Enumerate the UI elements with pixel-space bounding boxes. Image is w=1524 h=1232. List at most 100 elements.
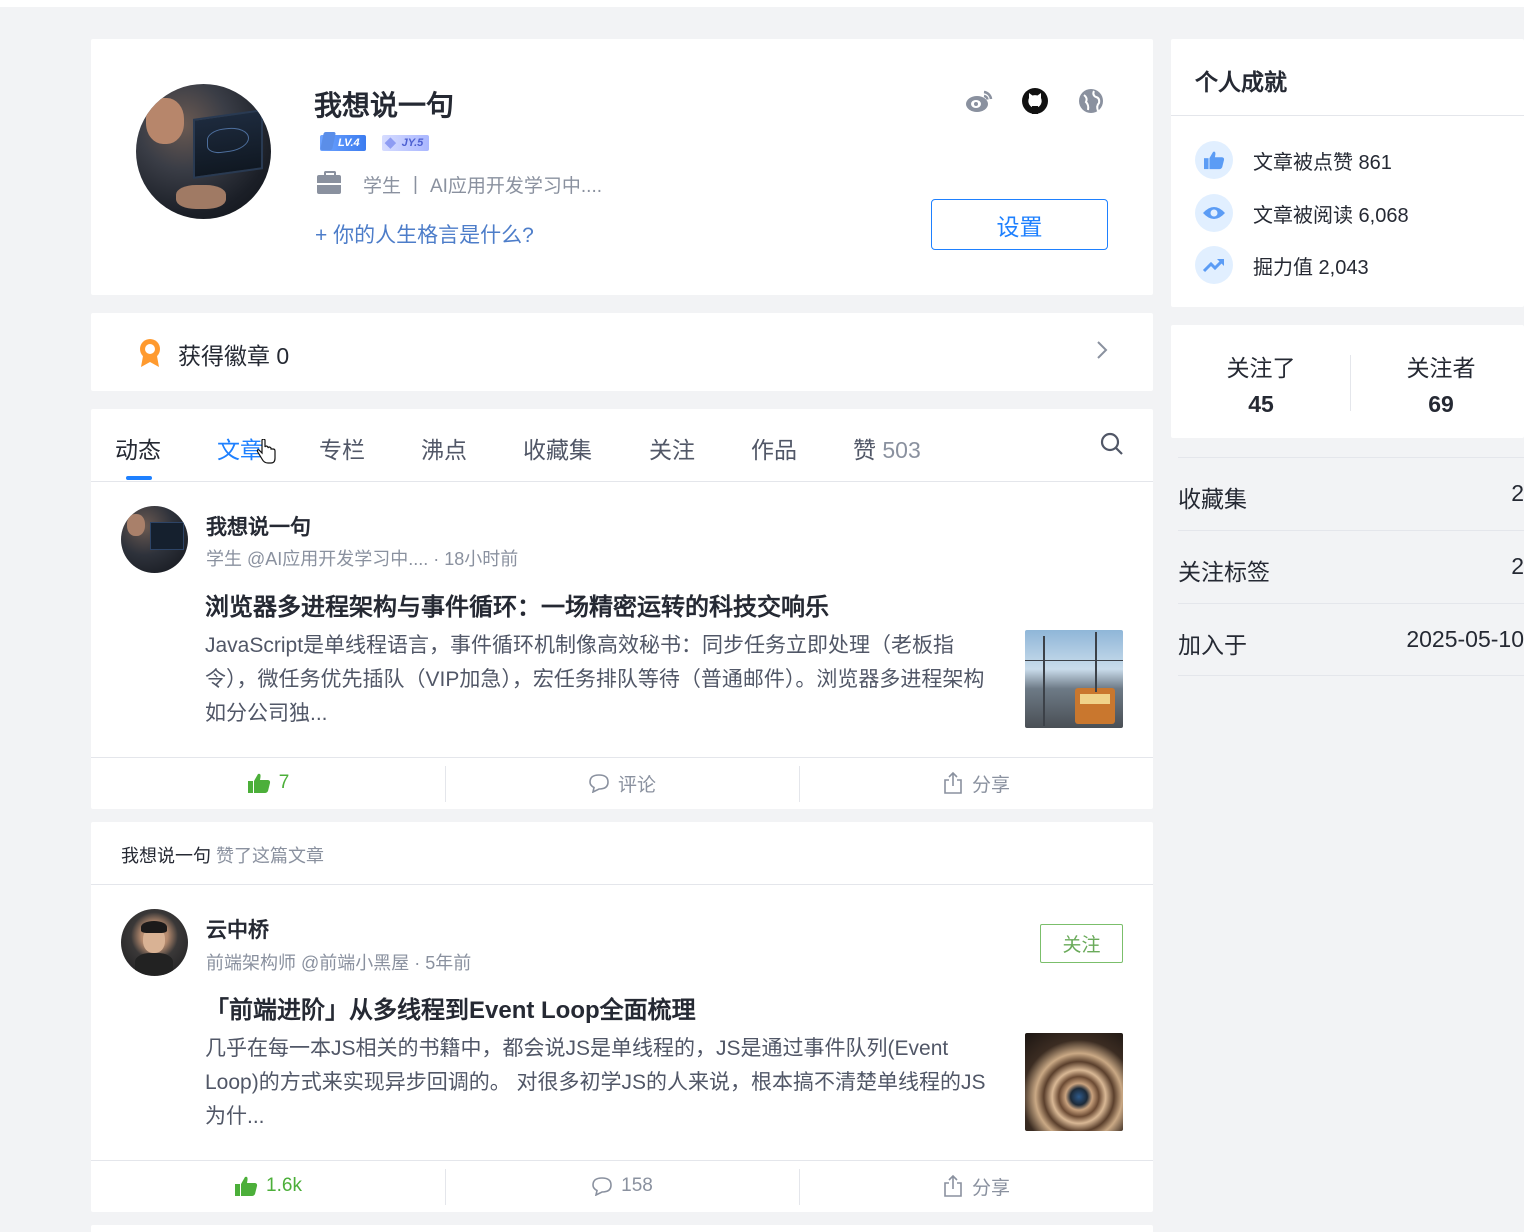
share-button[interactable]: 分享 [799, 1161, 1153, 1211]
eye-icon [1195, 194, 1233, 232]
thumb-up-icon [1195, 141, 1233, 179]
followers-block[interactable]: 关注者 69 [1351, 349, 1524, 418]
comment-button[interactable]: 158 [445, 1161, 799, 1211]
active-tab-indicator [126, 476, 152, 480]
stat-value: 2 [1511, 480, 1524, 506]
github-icon[interactable] [1020, 86, 1050, 116]
following-count: 45 [1248, 391, 1274, 417]
article-thumbnail[interactable] [1025, 630, 1123, 728]
share-label: 分享 [971, 1177, 1010, 1199]
medal-icon [137, 338, 163, 373]
comment-icon [589, 774, 609, 793]
achievements-card: 个人成就 文章被点赞 861 文章被阅读 6,068 掘力值 2,043 [1171, 39, 1524, 307]
article-abstract[interactable]: 几乎在每一本JS相关的书籍中，都会说JS是单线程的，JS是通过事件队列(Even… [205, 1032, 995, 1134]
profile-job: 学生 [363, 176, 402, 197]
author-meta: 前端架构师 @前端小黑屋 · 5年前 [206, 953, 472, 973]
author-avatar[interactable] [121, 506, 188, 573]
tab-likes-label: 赞 [853, 437, 876, 463]
stat-collections[interactable]: 收藏集 2 [1178, 457, 1524, 530]
article-title[interactable]: 「前端进阶」从多线程到Event Loop全面梳理 [205, 990, 696, 1025]
tab-collections[interactable]: 收藏集 [523, 431, 592, 465]
profile-tabs: 动态 文章 专栏 沸点 收藏集 关注 作品 赞 503 [91, 409, 1153, 482]
tab-following[interactable]: 关注 [649, 431, 695, 465]
comment-button[interactable]: 评论 [445, 758, 799, 808]
trend-up-icon [1195, 246, 1233, 284]
weibo-icon[interactable] [964, 86, 994, 116]
tab-activity[interactable]: 动态 [115, 431, 161, 465]
liked-verb: 赞了这篇文章 [216, 846, 325, 866]
stat-joined: 加入于 2025-05-10 [1178, 603, 1524, 676]
comment-label: 评论 [617, 774, 656, 796]
profile-avatar[interactable] [136, 84, 271, 219]
tab-likes-count: 503 [882, 437, 921, 463]
search-icon[interactable] [1099, 431, 1125, 462]
profile-name: 我想说一句 [314, 90, 455, 121]
stat-label: 关注标签 [1178, 559, 1270, 585]
like-count: 7 [278, 772, 290, 793]
achievement-likes-label: 文章被点赞 861 [1253, 151, 1392, 174]
stat-value: 2 [1511, 553, 1524, 579]
follow-card: 关注了 45 关注者 69 [1171, 325, 1524, 438]
followers-label: 关注者 [1406, 355, 1476, 381]
top-strip [0, 0, 1524, 7]
jy-badge[interactable]: JY.5 [381, 133, 430, 151]
tab-works[interactable]: 作品 [751, 431, 797, 465]
divider [91, 884, 1153, 885]
achievement-reads-label: 文章被阅读 6,068 [1253, 204, 1409, 227]
job-separator: | [413, 173, 418, 195]
author-meta: 学生 @AI应用开发学习中.... · 18小时前 [206, 549, 519, 569]
badges-card[interactable]: 获得徽章 0 [91, 313, 1153, 391]
share-button[interactable]: 分享 [799, 758, 1153, 808]
article-actions: 7 评论 分享 [91, 757, 1153, 808]
feed-card: 我想说一句 赞了这篇文章 云中桥 前端架构师 @前端小黑屋 · 5年前 关注 「… [91, 822, 1153, 1212]
stat-label: 加入于 [1178, 632, 1247, 658]
liked-by-user[interactable]: 我想说一句 [121, 846, 211, 866]
liked-activity: 我想说一句 赞了这篇文章 [121, 842, 324, 868]
article-abstract[interactable]: JavaScript是单线程语言，事件循环机制像高效秘书：同步任务立即处理（老板… [205, 629, 995, 731]
motto-prompt[interactable]: + 你的人生格言是什么? [315, 219, 534, 249]
feed-card-next [91, 1225, 1153, 1232]
level-badge[interactable]: LV.4 [320, 135, 366, 151]
author-name[interactable]: 云中桥 [206, 914, 269, 944]
stat-value: 2025-05-10 [1406, 626, 1524, 652]
divider [1171, 115, 1524, 116]
achievements-title: 个人成就 [1195, 69, 1287, 95]
profile-job-line: 学生 | AI应用开发学习中.... [317, 171, 602, 198]
website-icon[interactable] [1076, 86, 1106, 116]
chevron-right-icon[interactable] [1095, 339, 1109, 367]
article-thumbnail[interactable] [1025, 1033, 1123, 1131]
achievement-power: 掘力值 2,043 [1195, 246, 1369, 284]
achievement-power-label: 掘力值 2,043 [1253, 256, 1369, 279]
stat-label: 收藏集 [1178, 486, 1247, 512]
tab-columns[interactable]: 专栏 [319, 431, 365, 465]
achievement-reads: 文章被阅读 6,068 [1195, 194, 1409, 232]
author-name[interactable]: 我想说一句 [206, 511, 311, 541]
followers-count: 69 [1428, 391, 1454, 417]
thumb-up-icon [235, 1176, 258, 1196]
comment-count: 158 [621, 1175, 653, 1196]
briefcase-icon [317, 171, 341, 194]
article-title[interactable]: 浏览器多进程架构与事件循环：一场精密运转的科技交响乐 [205, 587, 829, 622]
share-icon [944, 1174, 962, 1197]
profile-company: AI应用开发学习中.... [429, 176, 603, 197]
tab-pins[interactable]: 沸点 [421, 431, 467, 465]
profile-card: 我想说一句 LV.4 JY.5 学生 | AI应用开发学习中.... + 你的人… [91, 39, 1153, 295]
share-label: 分享 [971, 774, 1010, 796]
follow-button[interactable]: 关注 [1040, 924, 1123, 963]
achievement-likes: 文章被点赞 861 [1195, 141, 1392, 179]
author-avatar[interactable] [121, 909, 188, 976]
share-icon [944, 771, 962, 794]
following-label: 关注了 [1226, 355, 1296, 381]
like-count: 1.6k [266, 1175, 302, 1196]
like-button[interactable]: 1.6k [91, 1161, 445, 1211]
settings-button[interactable]: 设置 [931, 199, 1108, 250]
like-button[interactable]: 7 [91, 758, 445, 808]
comment-icon [592, 1177, 612, 1196]
thumb-up-icon [247, 773, 270, 793]
article-actions: 1.6k 158 分享 [91, 1160, 1153, 1211]
tab-likes[interactable]: 赞 503 [853, 431, 921, 465]
hand-cursor-icon [256, 438, 276, 470]
stat-tags[interactable]: 关注标签 2 [1178, 530, 1524, 603]
feed-card: 动态 文章 专栏 沸点 收藏集 关注 作品 赞 503 我想说一句 学生 @AI… [91, 409, 1153, 809]
following-block[interactable]: 关注了 45 [1171, 349, 1351, 418]
